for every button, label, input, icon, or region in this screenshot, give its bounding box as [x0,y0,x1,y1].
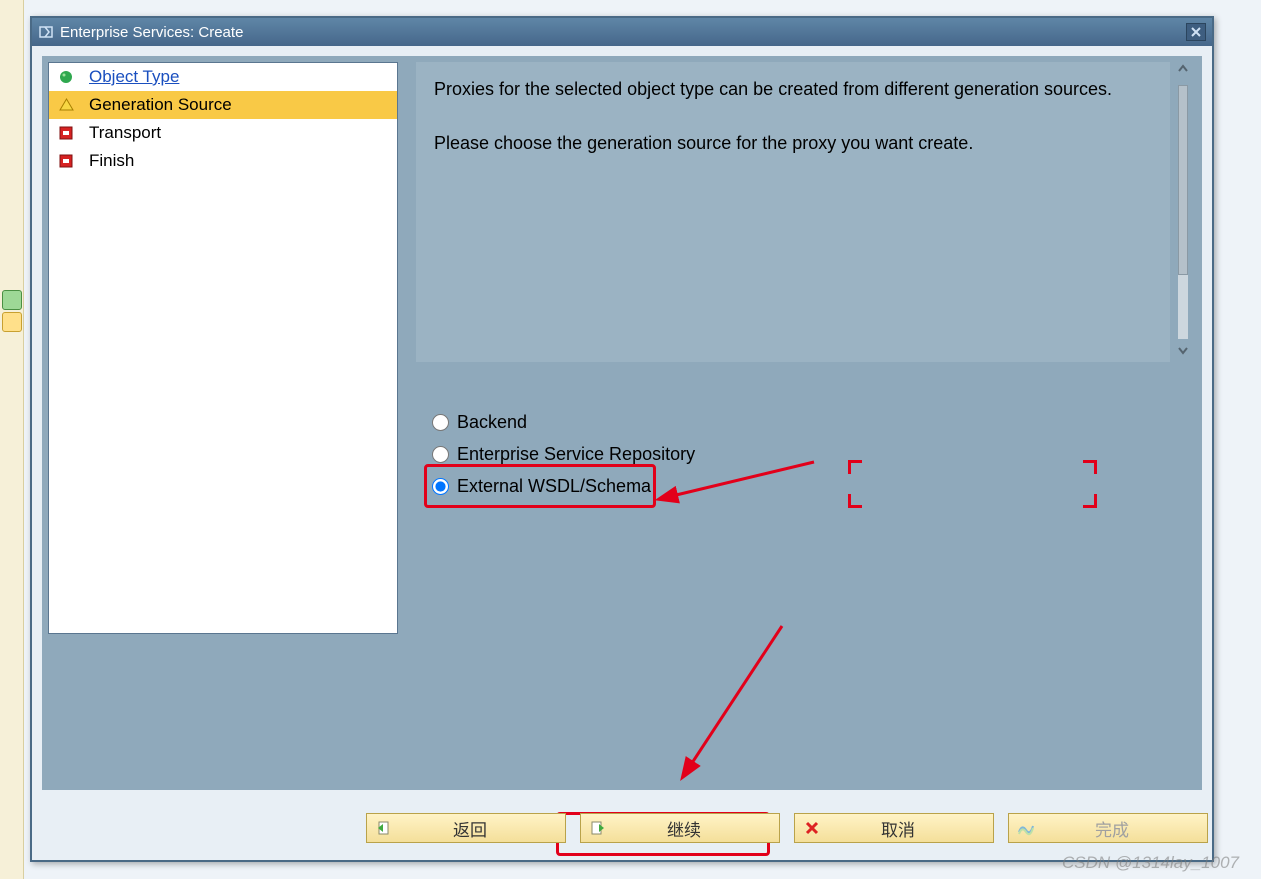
dialog-window: Enterprise Services: Create Object Type … [30,16,1214,862]
scroll-track[interactable] [1178,85,1188,339]
generation-source-radios: Backend Enterprise Service Repository Ex… [432,406,695,502]
description-panel: Proxies for the selected object type can… [416,62,1170,362]
back-button[interactable]: 返回 [366,813,566,843]
dialog-body: Object Type Generation Source Transport … [42,56,1202,790]
close-button[interactable] [1186,23,1206,41]
radio-label: Enterprise Service Repository [457,444,695,465]
button-label: 继续 [611,816,779,841]
annotation-arrow [662,616,832,786]
radio-input[interactable] [432,414,449,431]
radio-label: External WSDL/Schema [457,476,651,497]
step-transport[interactable]: Transport [49,119,397,147]
background-toolbar [0,0,24,879]
cancel-button[interactable]: 取消 [794,813,994,843]
step-finish[interactable]: Finish [49,147,397,175]
button-label: 完成 [1039,816,1207,841]
scrollbar[interactable] [1174,62,1192,362]
back-icon [371,819,397,837]
description-text: Proxies for the selected object type can… [434,76,1152,103]
finish-icon [1013,820,1039,836]
continue-button[interactable]: 继续 [580,813,780,843]
radio-esr[interactable]: Enterprise Service Repository [432,438,695,470]
radio-backend[interactable]: Backend [432,406,695,438]
button-label: 返回 [397,816,565,841]
scroll-thumb[interactable] [1178,85,1188,275]
cancel-icon [799,820,825,836]
radio-input[interactable] [432,478,449,495]
button-label: 取消 [825,816,993,841]
radio-input[interactable] [432,446,449,463]
scroll-up-icon[interactable] [1176,62,1190,81]
continue-icon [585,819,611,837]
radio-label: Backend [457,412,527,433]
wizard-steps-panel: Object Type Generation Source Transport … [48,62,398,634]
finish-button: 完成 [1008,813,1208,843]
status-pending-icon [57,152,75,170]
annotation-corners [850,462,1095,506]
step-generation-source[interactable]: Generation Source [49,91,397,119]
window-title: Enterprise Services: Create [60,24,243,41]
status-pending-icon [57,124,75,142]
scroll-down-icon[interactable] [1176,343,1190,362]
titlebar: Enterprise Services: Create [32,18,1212,46]
footer-buttons: 返回 继续 取消 完成 [32,806,1212,850]
step-label: Object Type [89,67,179,87]
status-done-icon [57,68,75,86]
description-text: Please choose the generation source for … [434,130,1152,157]
radio-external-wsdl[interactable]: External WSDL/Schema [432,470,695,502]
watermark: CSDN @1314lay_1007 [1062,853,1239,873]
status-current-icon [57,96,75,114]
step-object-type[interactable]: Object Type [49,63,397,91]
step-label: Finish [89,151,134,171]
window-icon [38,24,54,40]
bg-icon [2,312,22,332]
step-label: Transport [89,123,161,143]
bg-icon [2,290,22,310]
step-label: Generation Source [89,95,232,115]
